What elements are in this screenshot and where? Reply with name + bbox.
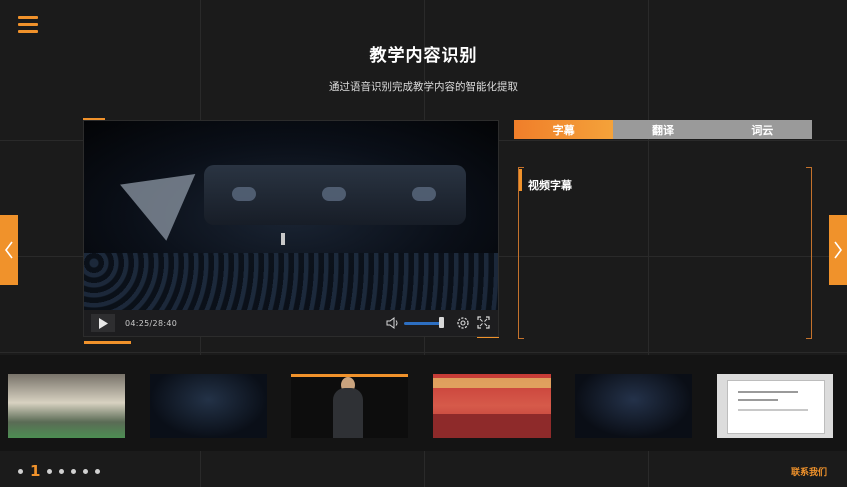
page-dot[interactable] — [18, 469, 23, 474]
volume-slider[interactable] — [404, 322, 444, 325]
tab-bar: 字幕 翻译 词云 — [514, 120, 812, 139]
video-thumbnail[interactable] — [291, 374, 408, 438]
page-dot[interactable] — [47, 469, 53, 474]
video-thumbnail[interactable] — [8, 374, 125, 438]
video-thumbnail[interactable] — [717, 374, 833, 438]
video-thumbnail[interactable] — [150, 374, 267, 438]
play-button[interactable] — [91, 314, 115, 332]
video-thumbnail[interactable] — [575, 374, 692, 438]
panel-bracket-left — [518, 167, 524, 339]
next-arrow-button[interactable] — [829, 215, 847, 285]
panel-bracket-right — [806, 167, 812, 339]
tab-subtitles[interactable]: 字幕 — [514, 120, 614, 139]
video-thumbnail[interactable] — [433, 374, 551, 438]
settings-icon[interactable] — [456, 316, 470, 330]
current-page-number[interactable]: 1 — [30, 464, 40, 479]
volume-slider-handle[interactable] — [439, 317, 444, 328]
prev-arrow-button[interactable] — [0, 215, 18, 285]
play-icon — [99, 317, 108, 329]
menu-icon[interactable] — [18, 16, 38, 33]
pagination: 1 — [18, 464, 101, 479]
page-title: 教学内容识别 — [369, 46, 478, 66]
time-display: 04:25/28:40 — [125, 318, 178, 328]
chevron-right-icon — [834, 241, 842, 259]
tab-word-cloud[interactable]: 词云 — [712, 120, 812, 139]
page-dot[interactable] — [71, 469, 77, 474]
page-dot[interactable] — [83, 469, 89, 474]
chevron-left-icon — [5, 241, 13, 259]
player-controls: 04:25/28:40 — [84, 310, 498, 336]
stage-prop — [120, 174, 204, 246]
fullscreen-icon[interactable] — [477, 316, 490, 329]
video-frame[interactable] — [84, 121, 498, 311]
page-dot[interactable] — [95, 469, 101, 474]
page-subtitle: 通过语音识别完成教学内容的智能化提取 — [329, 81, 518, 93]
audience — [84, 253, 498, 311]
page-dot[interactable] — [59, 469, 65, 474]
panel-accent-bar — [519, 169, 522, 191]
tab-translation[interactable]: 翻译 — [613, 120, 713, 139]
volume-icon[interactable] — [386, 316, 400, 330]
contact-us-link[interactable]: 联系我们 — [791, 465, 827, 478]
player-bottom-accent — [84, 341, 131, 344]
stage-screen — [204, 165, 466, 225]
subtitle-panel: 视频字幕 — [514, 167, 812, 339]
subtitle-panel-label: 视频字幕 — [528, 179, 572, 192]
stage-speaker — [281, 233, 285, 245]
video-player[interactable]: 04:25/28:40 — [83, 120, 499, 337]
